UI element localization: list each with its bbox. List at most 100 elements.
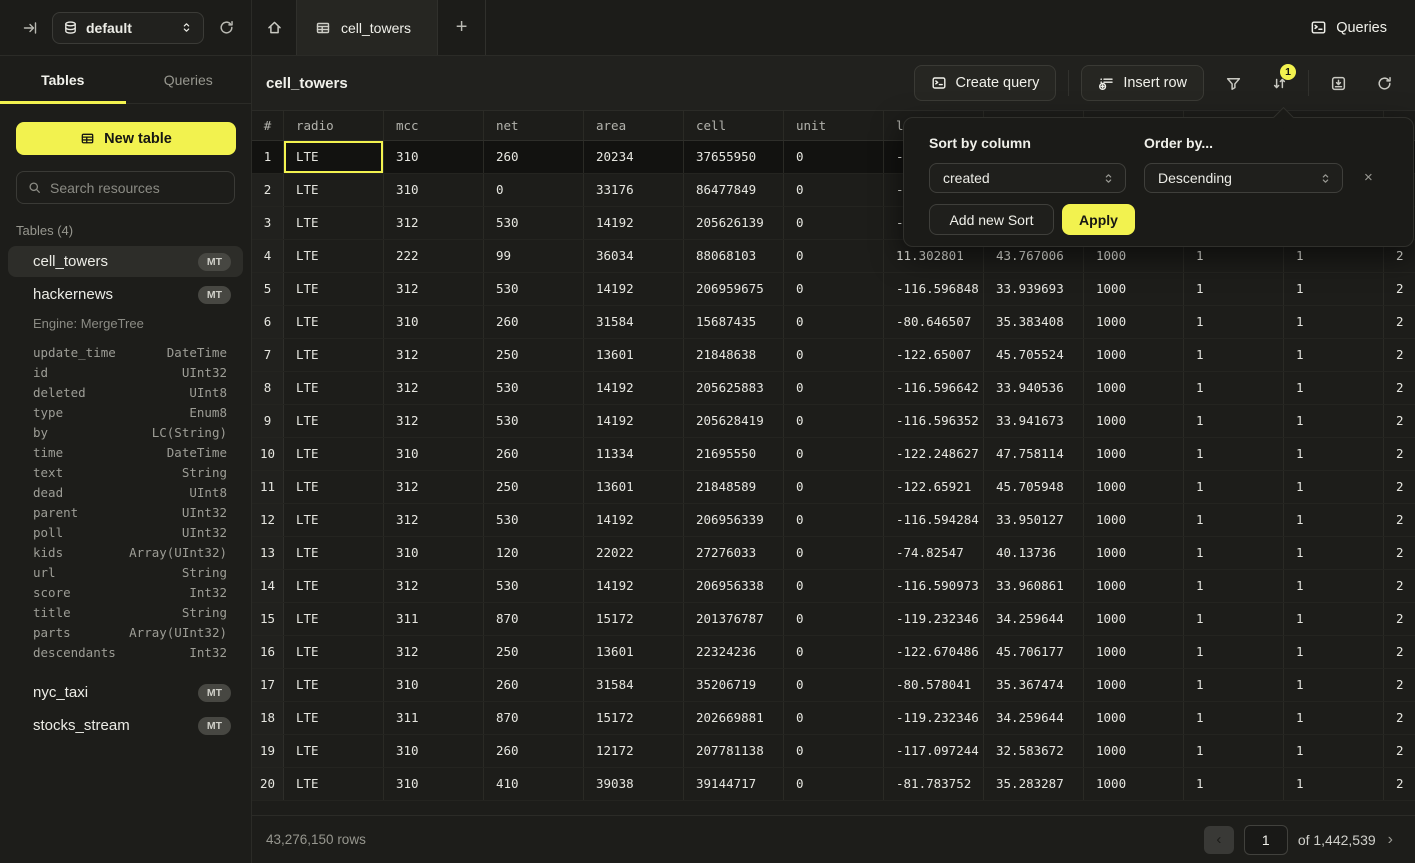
- table-cell[interactable]: 39038: [584, 768, 684, 800]
- table-cell[interactable]: 311: [384, 603, 484, 635]
- table-cell[interactable]: 39144717: [684, 768, 784, 800]
- table-cell[interactable]: 1000: [1084, 372, 1184, 404]
- row-number[interactable]: 20: [252, 768, 284, 800]
- table-cell[interactable]: 45.706177: [984, 636, 1084, 668]
- table-cell[interactable]: 2: [1384, 471, 1415, 503]
- table-cell[interactable]: 0: [784, 504, 884, 536]
- table-cell[interactable]: 2: [1384, 438, 1415, 470]
- table-cell[interactable]: 1000: [1084, 273, 1184, 305]
- table-row[interactable]: 17LTE31026031584352067190-80.57804135.36…: [252, 669, 1415, 702]
- refresh-table-icon[interactable]: [1367, 66, 1401, 100]
- table-row[interactable]: 8LTE312530141922056258830-116.59664233.9…: [252, 372, 1415, 405]
- table-cell[interactable]: 310: [384, 438, 484, 470]
- table-cell[interactable]: 1: [1184, 735, 1284, 767]
- table-cell[interactable]: LTE: [284, 702, 384, 734]
- table-cell[interactable]: 13601: [584, 339, 684, 371]
- sidebar-item-stocks_stream[interactable]: stocks_streamMT: [8, 710, 243, 741]
- table-cell[interactable]: 1: [1284, 273, 1384, 305]
- queries-button[interactable]: Queries: [1298, 0, 1415, 55]
- table-cell[interactable]: 312: [384, 273, 484, 305]
- table-cell[interactable]: 2: [1384, 636, 1415, 668]
- table-cell[interactable]: 1: [1284, 669, 1384, 701]
- table-cell[interactable]: 14192: [584, 273, 684, 305]
- table-cell[interactable]: 310: [384, 141, 484, 173]
- table-cell[interactable]: 1000: [1084, 570, 1184, 602]
- table-cell[interactable]: 530: [484, 207, 584, 239]
- add-new-sort-button[interactable]: Add new Sort: [929, 204, 1054, 235]
- table-cell[interactable]: 1000: [1084, 537, 1184, 569]
- table-cell[interactable]: LTE: [284, 438, 384, 470]
- row-number[interactable]: 13: [252, 537, 284, 569]
- table-row[interactable]: 13LTE31012022022272760330-74.8254740.137…: [252, 537, 1415, 570]
- table-cell[interactable]: -80.578041: [884, 669, 984, 701]
- table-cell[interactable]: 1000: [1084, 339, 1184, 371]
- column-header[interactable]: cell: [684, 111, 784, 140]
- table-cell[interactable]: 33.960861: [984, 570, 1084, 602]
- table-cell[interactable]: 1000: [1084, 306, 1184, 338]
- table-cell[interactable]: LTE: [284, 504, 384, 536]
- table-cell[interactable]: 260: [484, 735, 584, 767]
- row-number[interactable]: 9: [252, 405, 284, 437]
- table-cell[interactable]: 1: [1184, 405, 1284, 437]
- column-header[interactable]: net: [484, 111, 584, 140]
- table-cell[interactable]: 0: [784, 636, 884, 668]
- table-cell[interactable]: 14192: [584, 504, 684, 536]
- sidebar-tab-tables[interactable]: Tables: [0, 56, 126, 103]
- table-cell[interactable]: 2: [1384, 768, 1415, 800]
- table-cell[interactable]: 88068103: [684, 240, 784, 272]
- table-cell[interactable]: 312: [384, 339, 484, 371]
- table-cell[interactable]: 14192: [584, 405, 684, 437]
- table-row[interactable]: 7LTE31225013601218486380-122.6500745.705…: [252, 339, 1415, 372]
- row-number[interactable]: 8: [252, 372, 284, 404]
- table-cell[interactable]: 207781138: [684, 735, 784, 767]
- table-row[interactable]: 9LTE312530141922056284190-116.59635233.9…: [252, 405, 1415, 438]
- table-cell[interactable]: -74.82547: [884, 537, 984, 569]
- row-number[interactable]: 17: [252, 669, 284, 701]
- table-cell[interactable]: 1000: [1084, 405, 1184, 437]
- refresh-database-icon[interactable]: [218, 19, 235, 36]
- table-row[interactable]: 14LTE312530141922069563380-116.59097333.…: [252, 570, 1415, 603]
- table-cell[interactable]: -119.232346: [884, 603, 984, 635]
- table-cell[interactable]: 0: [784, 405, 884, 437]
- table-cell[interactable]: 1: [1184, 339, 1284, 371]
- table-cell[interactable]: LTE: [284, 372, 384, 404]
- row-number[interactable]: 14: [252, 570, 284, 602]
- table-row[interactable]: 6LTE31026031584156874350-80.64650735.383…: [252, 306, 1415, 339]
- table-cell[interactable]: 310: [384, 735, 484, 767]
- table-cell[interactable]: 1000: [1084, 636, 1184, 668]
- table-row[interactable]: 10LTE31026011334216955500-122.24862747.7…: [252, 438, 1415, 471]
- table-cell[interactable]: LTE: [284, 570, 384, 602]
- table-cell[interactable]: 312: [384, 570, 484, 602]
- table-cell[interactable]: 2: [1384, 372, 1415, 404]
- table-cell[interactable]: 870: [484, 603, 584, 635]
- table-cell[interactable]: 1: [1284, 768, 1384, 800]
- table-row[interactable]: 15LTE311870151722013767870-119.23234634.…: [252, 603, 1415, 636]
- table-cell[interactable]: 312: [384, 471, 484, 503]
- table-cell[interactable]: LTE: [284, 141, 384, 173]
- table-cell[interactable]: 201376787: [684, 603, 784, 635]
- table-cell[interactable]: 33.950127: [984, 504, 1084, 536]
- table-cell[interactable]: 1: [1284, 372, 1384, 404]
- table-cell[interactable]: 35.383408: [984, 306, 1084, 338]
- table-cell[interactable]: 35206719: [684, 669, 784, 701]
- table-cell[interactable]: 0: [784, 306, 884, 338]
- table-cell[interactable]: 0: [784, 768, 884, 800]
- table-cell[interactable]: 1: [1284, 537, 1384, 569]
- table-cell[interactable]: 1: [1184, 768, 1284, 800]
- sidebar-item-cell_towers[interactable]: cell_towersMT: [8, 246, 243, 277]
- table-cell[interactable]: 45.705524: [984, 339, 1084, 371]
- table-cell[interactable]: 530: [484, 504, 584, 536]
- table-cell[interactable]: -122.65007: [884, 339, 984, 371]
- table-cell[interactable]: 312: [384, 504, 484, 536]
- table-cell[interactable]: 312: [384, 207, 484, 239]
- table-cell[interactable]: 15172: [584, 702, 684, 734]
- table-cell[interactable]: 1: [1284, 306, 1384, 338]
- database-selector[interactable]: default: [52, 12, 204, 44]
- table-cell[interactable]: 1: [1284, 603, 1384, 635]
- table-cell[interactable]: 1: [1284, 504, 1384, 536]
- table-cell[interactable]: 2: [1384, 306, 1415, 338]
- table-cell[interactable]: 312: [384, 405, 484, 437]
- table-cell[interactable]: 31584: [584, 306, 684, 338]
- table-cell[interactable]: 205628419: [684, 405, 784, 437]
- sidebar-tab-queries[interactable]: Queries: [126, 56, 252, 103]
